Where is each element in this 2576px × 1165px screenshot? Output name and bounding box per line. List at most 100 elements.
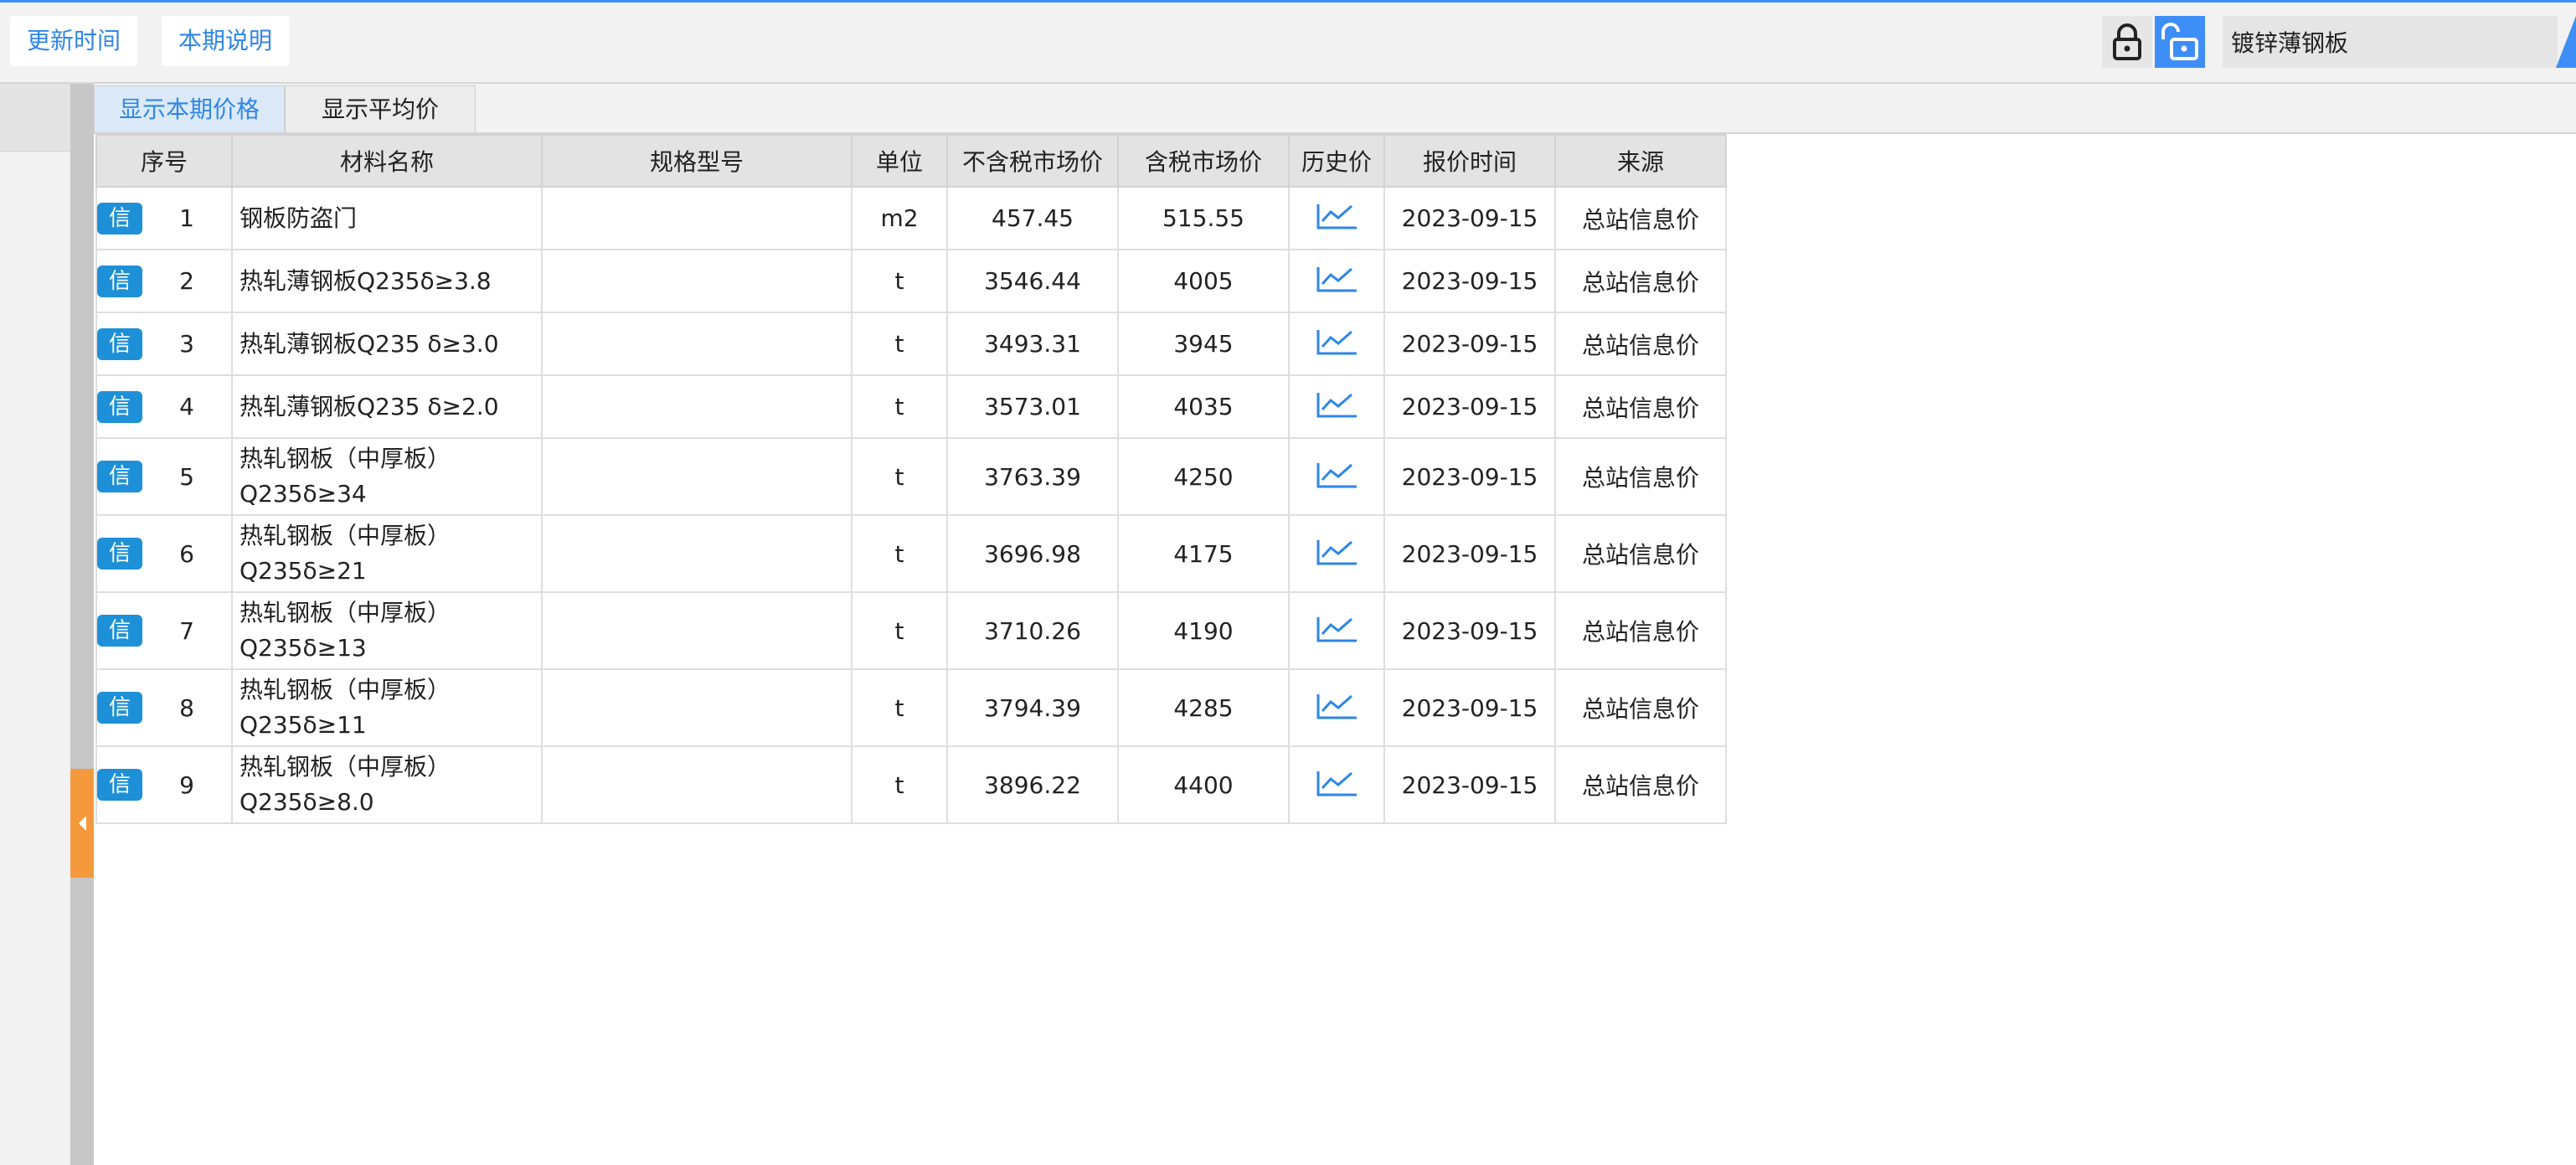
material-name-cell: 热轧钢板（中厚板） Q235δ≥8.0 (231, 745, 543, 824)
spec-cell (541, 249, 853, 313)
info-badge[interactable]: 信 (97, 265, 142, 297)
seq-number: 4 (179, 393, 194, 420)
seq-cell: 信5 (95, 437, 233, 516)
update-time-button[interactable]: 更新时间 (10, 16, 138, 66)
lock-open-icon (2161, 23, 2198, 60)
seq-number: 6 (179, 539, 194, 568)
tab-current-price[interactable]: 显示本期价格 (94, 85, 285, 132)
search-input[interactable] (2223, 16, 2558, 68)
period-notes-button[interactable]: 本期说明 (162, 16, 290, 66)
seq-cell: 信7 (95, 591, 233, 670)
tab-average-price[interactable]: 显示平均价 (285, 85, 476, 132)
table-row[interactable]: 信 9 热轧钢板（中厚板） Q235δ≥8.0 t 3896.22 4400 2023-09-… (95, 745, 1727, 824)
material-name-line2: Q235δ≥8.0 (240, 788, 374, 816)
material-name: 热轧钢板（中厚板） (240, 522, 451, 549)
info-badge[interactable]: 信 (97, 615, 142, 647)
quote-date-cell: 2023-09-15 (1383, 374, 1556, 439)
spec-cell (541, 591, 853, 670)
trend-chart-icon (1316, 539, 1357, 564)
material-name-cell: 钢板防盗门 (231, 186, 543, 250)
table-row[interactable]: 信 6 热轧钢板（中厚板） Q235δ≥21 t 3696.98 4175 2023-09-1… (95, 514, 1727, 593)
info-badge[interactable]: 信 (97, 327, 142, 360)
info-badge[interactable]: 信 (97, 692, 142, 724)
info-badge[interactable]: 信 (97, 538, 142, 570)
history-price-button[interactable] (1315, 388, 1358, 420)
source-cell: 总站信息价 (1554, 437, 1727, 516)
unlock-button[interactable] (2155, 16, 2205, 68)
material-name-cell: 热轧薄钢板Q235 δ≥2.0 (231, 374, 543, 439)
history-price-button[interactable] (1315, 458, 1358, 490)
spec-cell (541, 186, 853, 250)
table-row[interactable]: 信 7 热轧钢板（中厚板） Q235δ≥13 t 3710.26 4190 2023-09-1… (95, 591, 1727, 670)
trend-chart-icon (1316, 693, 1357, 719)
header-quote-date[interactable]: 报价时间 (1383, 134, 1556, 188)
quote-date-cell: 2023-09-15 (1383, 437, 1556, 516)
corner-decoration (2556, 16, 2576, 68)
header-unit[interactable]: 单位 (851, 134, 948, 188)
history-price-button[interactable] (1315, 766, 1358, 798)
unit-cell: t (851, 668, 948, 747)
collapse-panel-handle[interactable] (70, 769, 94, 878)
material-name-cell: 热轧钢板（中厚板） Q235δ≥21 (231, 514, 543, 593)
trend-chart-icon (1316, 330, 1357, 355)
table-row[interactable]: 信 4 热轧薄钢板Q235 δ≥2.0 t 3573.01 4035 2023-09-15 总… (95, 374, 1727, 439)
table-row[interactable]: 信 5 热轧钢板（中厚板） Q235δ≥34 t 3763.39 4250 2023-09-1… (95, 437, 1727, 516)
price-inc-tax-cell: 4400 (1117, 745, 1290, 824)
info-badge[interactable]: 信 (97, 769, 142, 801)
lock-button[interactable] (2102, 16, 2152, 68)
material-name-line2: Q235δ≥21 (240, 557, 367, 585)
source-cell: 总站信息价 (1554, 312, 1727, 376)
header-price-ex-tax[interactable]: 不含税市场价 (946, 134, 1119, 188)
toolbar: 更新时间 本期说明 (0, 3, 2576, 84)
history-price-button[interactable] (1315, 689, 1358, 721)
price-ex-tax-cell: 3696.98 (946, 514, 1119, 593)
history-price-button[interactable] (1315, 612, 1358, 644)
spec-cell (541, 668, 853, 747)
table-row[interactable]: 信 2 热轧薄钢板Q235δ≥3.8 t 3546.44 4005 2023-09-15 总站… (95, 249, 1727, 313)
material-name-cell: 热轧钢板（中厚板） Q235δ≥34 (231, 437, 543, 516)
history-cell (1288, 668, 1385, 747)
material-name: 热轧钢板（中厚板） (240, 599, 451, 626)
header-material-name[interactable]: 材料名称 (231, 134, 543, 188)
quote-date-cell: 2023-09-15 (1383, 745, 1556, 824)
table-header-row: 序号 材料名称 规格型号 单位 不含税市场价 含税市场价 历史价 报价时间 来源 (95, 134, 1727, 188)
quote-date-cell: 2023-09-15 (1383, 514, 1556, 593)
history-price-button[interactable] (1315, 199, 1358, 231)
unit-cell: t (851, 745, 948, 824)
material-name: 钢板防盗门 (240, 204, 358, 232)
header-source[interactable]: 来源 (1554, 134, 1727, 188)
unit-cell: t (851, 514, 948, 593)
panel-divider[interactable] (70, 84, 94, 1165)
info-badge[interactable]: 信 (97, 202, 142, 235)
table-row[interactable]: 信 8 热轧钢板（中厚板） Q235δ≥11 t 3794.39 4285 2023-09-1… (95, 668, 1727, 747)
trend-chart-icon (1316, 393, 1357, 418)
lock-closed-icon (2113, 23, 2141, 60)
header-price-inc-tax[interactable]: 含税市场价 (1117, 134, 1290, 188)
quote-date-cell: 2023-09-15 (1383, 591, 1556, 670)
info-badge[interactable]: 信 (97, 390, 142, 423)
trend-chart-icon (1316, 462, 1357, 487)
header-spec[interactable]: 规格型号 (541, 134, 853, 188)
price-ex-tax-cell: 3794.39 (946, 668, 1119, 747)
price-ex-tax-cell: 3763.39 (946, 437, 1119, 516)
spec-cell (541, 745, 853, 824)
info-badge[interactable]: 信 (97, 461, 142, 492)
history-price-button[interactable] (1315, 262, 1358, 294)
header-history[interactable]: 历史价 (1288, 134, 1385, 188)
history-price-button[interactable] (1315, 325, 1358, 357)
history-cell (1288, 374, 1385, 439)
price-inc-tax-cell: 515.55 (1117, 186, 1290, 250)
table-row[interactable]: 信 3 热轧薄钢板Q235 δ≥3.0 t 3493.31 3945 2023-09-15 总… (95, 312, 1727, 376)
header-seq[interactable]: 序号 (95, 134, 233, 188)
table-row[interactable]: 信 1 钢板防盗门 m2 457.45 515.55 2023-09-15 总站信息价 (95, 186, 1727, 250)
price-inc-tax-cell: 4250 (1117, 437, 1290, 516)
seq-cell: 信2 (95, 249, 233, 313)
history-price-button[interactable] (1315, 535, 1358, 567)
material-name: 热轧钢板（中厚板） (240, 676, 451, 704)
material-name: 热轧薄钢板Q235 δ≥2.0 (240, 392, 499, 420)
price-inc-tax-cell: 4005 (1117, 249, 1290, 313)
source-cell: 总站信息价 (1554, 745, 1727, 824)
spec-cell (541, 374, 853, 439)
seq-number: 5 (179, 462, 194, 491)
unit-cell: t (851, 591, 948, 670)
